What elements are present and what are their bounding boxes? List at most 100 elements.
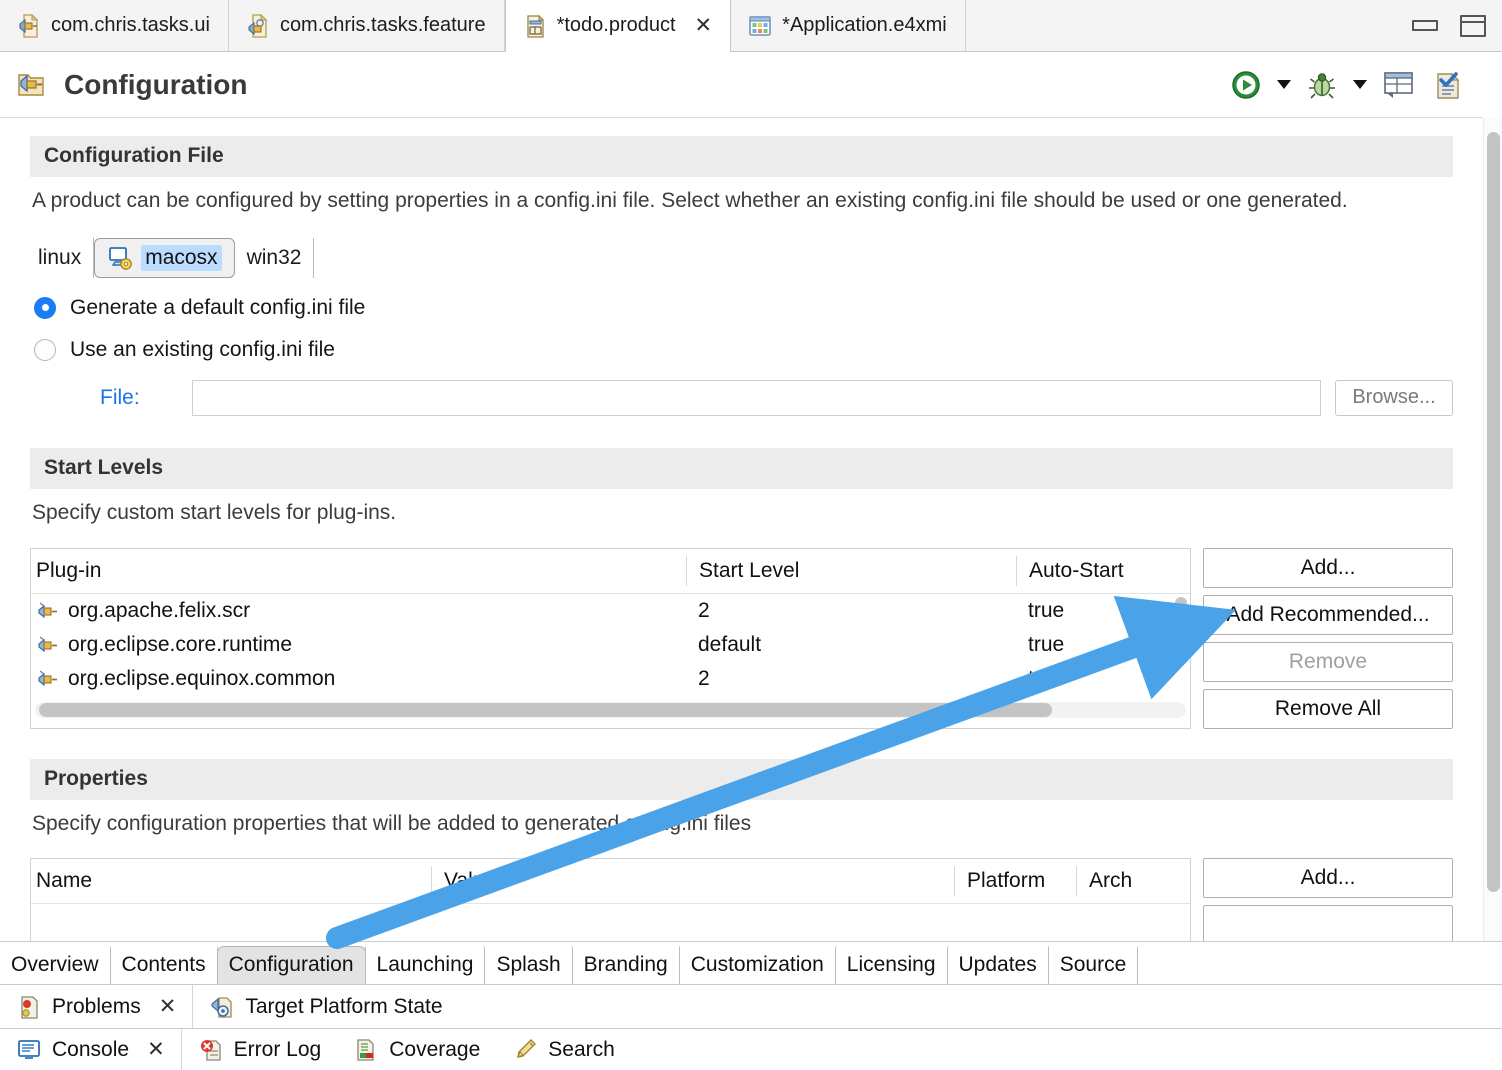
table-row[interactable]: org.eclipse.equinox.common 2 true: [31, 662, 1190, 696]
cell-auto-start: true: [1028, 598, 1065, 622]
validate-icon[interactable]: [1431, 68, 1465, 102]
tab-splash[interactable]: Splash: [484, 946, 573, 984]
view-tab-search[interactable]: Search: [496, 1029, 631, 1070]
close-icon[interactable]: ✕: [695, 15, 713, 36]
table-row[interactable]: org.apache.felix.scr 2 true: [31, 594, 1190, 628]
search-icon: [512, 1037, 538, 1063]
browse-button[interactable]: Browse...: [1335, 379, 1453, 416]
page-title-label: Configuration: [64, 68, 248, 100]
problems-icon: [16, 994, 42, 1020]
view-tabs: Problems ✕ Target Platform State: [0, 985, 1502, 1028]
table-vertical-scrollbar[interactable]: [1175, 596, 1187, 653]
editor-tab-todo-product[interactable]: *todo.product ✕: [504, 0, 732, 52]
column-header-auto-start[interactable]: Auto-Start: [1016, 555, 1190, 586]
section-description: A product can be configured by setting p…: [32, 189, 1348, 212]
editor-tab-label: com.chris.tasks.ui: [51, 14, 210, 36]
radio-indicator[interactable]: [34, 338, 56, 361]
radio-use-existing[interactable]: Use an existing config.ini file: [34, 338, 1453, 362]
view-tab-target-platform-state[interactable]: Target Platform State: [193, 985, 458, 1028]
editor-tab-com-chris-tasks-ui[interactable]: com.chris.tasks.ui: [0, 0, 229, 51]
debug-icon[interactable]: [1305, 68, 1339, 102]
feature-icon: [245, 13, 271, 39]
eclipse-window: com.chris.tasks.ui com.chris.tasks.featu…: [0, 0, 1502, 1070]
tab-launching[interactable]: Launching: [364, 946, 486, 984]
form-layout-icon[interactable]: [1381, 68, 1417, 102]
table-horizontal-scrollbar[interactable]: [35, 701, 1186, 718]
plugin-icon: [36, 633, 60, 657]
tab-overview[interactable]: Overview: [0, 946, 111, 984]
run-dropdown-icon[interactable]: [1277, 80, 1291, 89]
table-body: [31, 903, 1190, 941]
e4xmi-icon: [747, 13, 773, 39]
scrollbar-thumb[interactable]: [39, 702, 1052, 717]
column-header-plugin[interactable]: Plug-in: [31, 556, 686, 586]
column-header-arch[interactable]: Arch: [1076, 866, 1190, 897]
close-icon[interactable]: ✕: [147, 1037, 165, 1062]
coverage-icon: [353, 1037, 379, 1063]
tab-customization[interactable]: Customization: [678, 946, 836, 984]
start-levels-add-button[interactable]: Add...: [1203, 547, 1453, 588]
properties-buttons: Add...: [1203, 858, 1453, 941]
console-view-tabbar: Console ✕ Error Log Coverage Search: [0, 1028, 1502, 1070]
editor-vertical-scrollbar[interactable]: [1483, 118, 1502, 941]
properties-second-button[interactable]: [1203, 905, 1453, 941]
table-header: Plug-in Start Level Auto-Start: [31, 548, 1190, 593]
section-description: Specify configuration properties that wi…: [32, 811, 752, 835]
view-tab-coverage[interactable]: Coverage: [337, 1029, 496, 1070]
file-row: File: Browse...: [30, 379, 1453, 416]
tab-updates[interactable]: Updates: [946, 946, 1049, 984]
tab-configuration[interactable]: Configuration: [216, 946, 366, 984]
maximize-icon[interactable]: [1460, 14, 1486, 37]
platform-tab-macosx[interactable]: macosx: [94, 237, 235, 278]
view-tab-label: Problems: [52, 994, 141, 1018]
view-tabs: Console ✕ Error Log Coverage Search: [0, 1029, 1502, 1070]
section-title: Configuration File: [30, 136, 1453, 177]
start-levels-table[interactable]: Plug-in Start Level Auto-Start org.apach…: [30, 547, 1191, 729]
properties-section: Properties Specify configuration propert…: [0, 729, 1483, 941]
tab-branding[interactable]: Branding: [571, 946, 680, 984]
configuration-file-section: Configuration File A product can be conf…: [0, 118, 1483, 416]
column-header-value[interactable]: Value: [431, 866, 954, 897]
column-header-name[interactable]: Name: [31, 866, 431, 896]
view-tab-problems[interactable]: Problems ✕: [0, 985, 194, 1028]
form-header: Configuration: [0, 52, 1483, 118]
tab-source[interactable]: Source: [1047, 946, 1139, 984]
radio-generate-default[interactable]: Generate a default config.ini file: [34, 296, 1453, 320]
properties-table-wrap: Name Value Platform Arch Add...: [30, 858, 1453, 941]
view-tab-console[interactable]: Console ✕: [0, 1029, 182, 1070]
error-log-icon: [198, 1037, 224, 1063]
form-toolbar: [1229, 68, 1483, 102]
properties-table[interactable]: Name Value Platform Arch: [30, 858, 1191, 941]
start-levels-remove-button: Remove: [1203, 641, 1453, 682]
start-levels-add-recommended-button[interactable]: Add Recommended...: [1203, 594, 1453, 635]
start-levels-remove-all-button[interactable]: Remove All: [1203, 688, 1453, 729]
view-tab-label: Coverage: [389, 1037, 481, 1061]
cell-auto-start: true: [1028, 632, 1065, 656]
tab-bar-filler: [965, 0, 1412, 51]
table-row[interactable]: org.eclipse.core.runtime default true: [31, 628, 1190, 662]
minimize-icon[interactable]: [1412, 20, 1438, 31]
platform-tab-win32[interactable]: win32: [235, 237, 315, 278]
tab-licensing[interactable]: Licensing: [834, 946, 948, 984]
file-input[interactable]: [192, 379, 1321, 416]
configuration-page: Configuration File A product can be conf…: [0, 118, 1483, 941]
file-link-label[interactable]: File:: [100, 386, 192, 410]
column-header-start-level[interactable]: Start Level: [686, 555, 1016, 586]
run-icon[interactable]: [1229, 68, 1263, 102]
editor-tab-com-chris-tasks-feature[interactable]: com.chris.tasks.feature: [228, 0, 505, 51]
close-icon[interactable]: ✕: [159, 994, 177, 1019]
view-tab-label: Search: [548, 1037, 615, 1061]
debug-dropdown-icon[interactable]: [1353, 80, 1367, 89]
view-tab-error-log[interactable]: Error Log: [182, 1029, 338, 1070]
editor-tab-application-e4xmi[interactable]: *Application.e4xmi: [731, 0, 966, 51]
properties-add-button[interactable]: Add...: [1203, 858, 1453, 899]
tab-contents[interactable]: Contents: [109, 946, 218, 984]
radio-label: Use an existing config.ini file: [70, 337, 335, 361]
platform-tab-linux[interactable]: linux: [34, 237, 95, 278]
radio-indicator[interactable]: [34, 296, 56, 319]
plugin-config-icon: [14, 68, 48, 102]
scrollbar-thumb[interactable]: [1487, 132, 1500, 892]
column-header-platform[interactable]: Platform: [954, 866, 1076, 897]
start-levels-section: Start Levels Specify custom start levels…: [0, 416, 1483, 729]
section-title: Properties: [30, 758, 1453, 800]
